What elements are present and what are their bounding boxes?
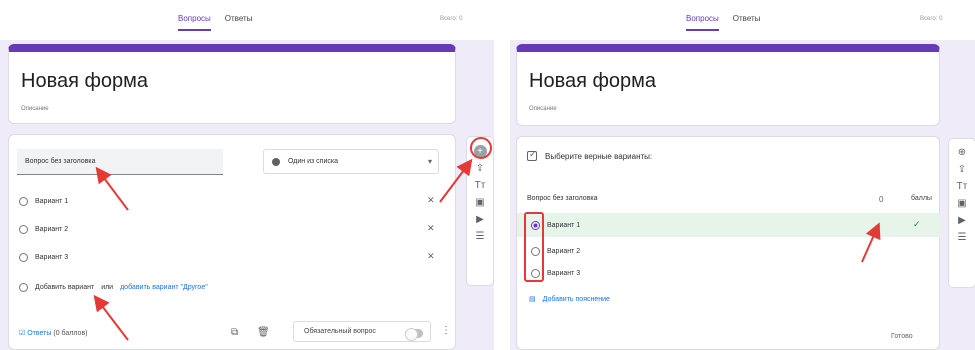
tab-answers[interactable]: Ответы — [733, 14, 761, 31]
tab-questions[interactable]: Вопросы — [178, 14, 211, 31]
radio-icon — [19, 197, 28, 206]
option-label: Вариант 2 — [547, 248, 581, 255]
tabs: Вопросы Ответы — [178, 14, 252, 31]
feedback-icon: ▤ — [529, 296, 536, 303]
option-label[interactable]: Вариант 2 — [35, 226, 68, 233]
tab-answers[interactable]: Ответы — [225, 14, 253, 31]
form-title-card: Новая форма Описание — [516, 44, 940, 126]
annotation-circle — [470, 137, 492, 159]
points-input[interactable]: 0 — [879, 195, 883, 204]
option-label: Вариант 3 — [547, 270, 581, 277]
points-text: (0 баллов) — [53, 330, 88, 337]
add-option-row: Добавить вариант или добавить вариант "Д… — [19, 283, 208, 292]
points-label: баллы — [911, 195, 932, 202]
add-question-icon[interactable]: ⊕ — [958, 147, 966, 159]
delete-icon[interactable]: 🗑 — [257, 327, 270, 339]
video-icon[interactable]: ▶ — [476, 214, 484, 226]
radio-icon — [19, 225, 28, 234]
question-label: Вопрос без заголовка — [527, 195, 598, 202]
answers-footer: ☑ Ответы (0 баллов) — [19, 329, 88, 337]
add-other-link[interactable]: добавить вариант "Другое" — [120, 284, 208, 291]
form-description[interactable]: Описание — [529, 106, 557, 112]
done-button[interactable]: Готово — [891, 333, 913, 340]
option-row[interactable]: Вариант 1 — [19, 197, 68, 206]
option-row[interactable]: Вариант 2 — [19, 225, 68, 234]
total-points: Всего: 0 — [920, 16, 943, 22]
radio-icon — [19, 283, 28, 292]
required-toggle[interactable] — [405, 328, 423, 341]
option-label: Вариант 1 — [547, 222, 581, 229]
image-icon[interactable]: ▣ — [475, 197, 484, 209]
check-icon: ✓ — [913, 219, 921, 229]
remove-option-icon[interactable]: ✕ — [427, 223, 435, 234]
section-icon[interactable]: ☰ — [476, 231, 485, 243]
annotation-box — [524, 212, 544, 282]
image-icon[interactable]: ▣ — [957, 198, 966, 210]
remove-option-icon[interactable]: ✕ — [427, 195, 435, 206]
form-description[interactable]: Описание — [21, 106, 49, 112]
question-card: Вопрос без заголовка Один из списка ▾ Ва… — [8, 134, 456, 350]
import-icon[interactable]: ⇪ — [476, 163, 484, 175]
form-title[interactable]: Новая форма — [21, 70, 148, 93]
question-title-input[interactable]: Вопрос без заголовка — [17, 149, 223, 175]
divider — [494, 0, 510, 350]
option-label[interactable]: Вариант 3 — [35, 254, 68, 261]
question-type-label: Один из списка — [288, 158, 338, 165]
tabs: Вопросы Ответы — [686, 14, 760, 31]
title-icon[interactable]: Tт — [957, 181, 968, 193]
option-row[interactable]: Вариант 3 — [19, 253, 68, 262]
section-icon[interactable]: ☰ — [958, 232, 967, 244]
right-screenshot: Вопросы Ответы Всего: 0 Новая форма Опис… — [510, 0, 975, 350]
top-bar: Вопросы Ответы Всего: 0 — [510, 0, 975, 40]
question-sidebar: ⊕ ⇪ Tт ▣ ▶ ☰ — [948, 138, 975, 288]
answers-link[interactable]: Ответы — [27, 330, 51, 337]
correct-answer-row — [517, 213, 941, 237]
video-icon[interactable]: ▶ — [958, 215, 966, 227]
remove-option-icon[interactable]: ✕ — [427, 251, 435, 262]
add-feedback-row[interactable]: ▤ Добавить пояснение — [529, 295, 610, 304]
top-bar: Вопросы Ответы Всего: 0 — [0, 0, 494, 40]
add-feedback-link[interactable]: Добавить пояснение — [543, 296, 610, 303]
question-type-select[interactable]: Один из списка ▾ — [263, 149, 439, 174]
or-text: или — [101, 284, 114, 291]
radio-icon — [19, 253, 28, 262]
answer-key-icon[interactable]: ☑ — [19, 330, 25, 337]
form-title-card: Новая форма Описание — [8, 44, 456, 124]
chevron-down-icon: ▾ — [427, 157, 432, 166]
tab-questions[interactable]: Вопросы — [686, 14, 719, 31]
checklist-icon — [527, 149, 537, 161]
title-icon[interactable]: Tт — [475, 180, 486, 192]
answer-key-card: Выберите верные варианты: Вопрос без заг… — [516, 136, 941, 350]
form-title[interactable]: Новая форма — [529, 70, 656, 93]
required-label: Обязательный вопрос — [304, 328, 376, 335]
answer-key-header: Выберите верные варианты: — [527, 149, 653, 161]
option-label[interactable]: Вариант 1 — [35, 198, 68, 205]
more-icon[interactable]: ⋮ — [441, 325, 451, 337]
answer-key-title: Выберите верные варианты: — [545, 151, 653, 161]
duplicate-icon[interactable]: ⧉ — [231, 327, 238, 339]
add-option-button[interactable]: Добавить вариант — [35, 284, 94, 291]
left-screenshot: Вопросы Ответы Всего: 0 Новая форма Опис… — [0, 0, 494, 350]
total-points: Всего: 0 — [440, 16, 463, 22]
radio-type-icon — [272, 158, 280, 166]
import-icon[interactable]: ⇪ — [958, 164, 966, 176]
